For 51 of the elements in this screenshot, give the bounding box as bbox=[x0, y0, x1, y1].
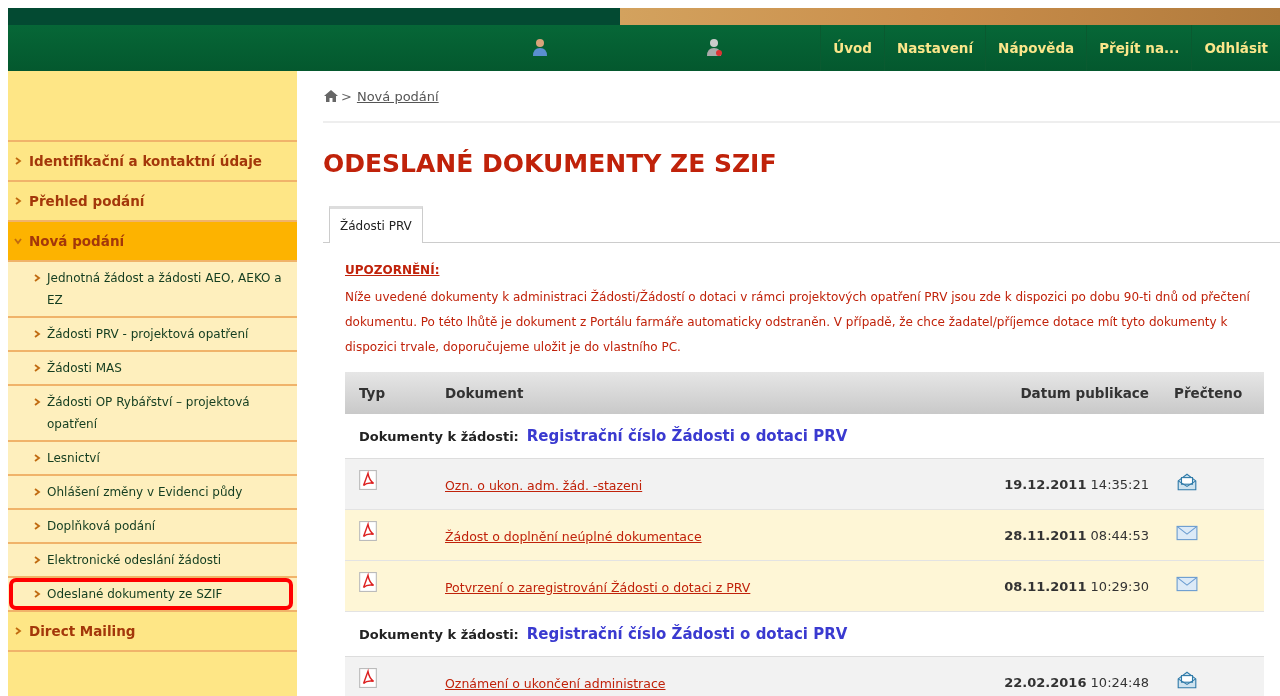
chevron-right-icon bbox=[14, 197, 22, 205]
registration-link[interactable]: Registrační číslo Žádosti o dotaci PRV bbox=[526, 427, 848, 445]
sidebar-item[interactable]: Direct Mailing bbox=[8, 612, 297, 652]
chevron-right-icon bbox=[33, 590, 41, 598]
warning-heading: UPOZORNĚNÍ: bbox=[345, 263, 441, 277]
pdf-icon[interactable] bbox=[359, 469, 377, 490]
column-header: Typ bbox=[358, 385, 387, 401]
chevron-right-icon bbox=[14, 157, 22, 165]
home-icon[interactable] bbox=[323, 89, 339, 103]
registration-link[interactable]: Registrační číslo Žádosti o dotaci PRV bbox=[526, 625, 848, 643]
chevron-down-icon bbox=[14, 237, 22, 245]
chevron-right-icon bbox=[33, 522, 41, 530]
warning-text: Níže uvedené dokumenty k administraci Žádosti/Žádostí o dotaci v rámci projektových opatření PRV jsou zde k dispozici po dobu 90-ti dnů od přečtení dokumentu. Po této lhůtě je dokument z Portálu farmáře automaticky odstraněn. V případě, že chce žadatel/příjemce dotace mít tyto dokumenty k dispozici trvale, doporučujeme uložit je do vlastního PC. bbox=[345, 288, 1251, 356]
document-link[interactable]: Žádost o doplnění neúplné dokumentace bbox=[445, 528, 702, 544]
chevron-right-icon bbox=[33, 364, 41, 372]
group-label: Dokumenty k žádosti: bbox=[359, 626, 519, 642]
tab[interactable]: Žádosti PRV bbox=[329, 206, 423, 243]
user-icon[interactable] bbox=[530, 37, 550, 57]
chevron-right-icon bbox=[14, 627, 22, 635]
document-link[interactable]: Potvrzení o zaregistrování Žádosti o dotaci z PRV bbox=[445, 579, 751, 595]
group-label: Dokumenty k žádosti: bbox=[359, 428, 519, 444]
chevron-right-icon bbox=[33, 398, 41, 406]
column-header: Přečteno bbox=[1173, 385, 1244, 401]
publication-date: 22.02.2016 10:24:48 bbox=[1003, 674, 1149, 690]
pdf-icon[interactable] bbox=[359, 571, 377, 592]
document-link[interactable]: Oznámení o ukončení administrace bbox=[445, 675, 666, 691]
sidebar-subitem[interactable]: Odeslané dokumenty ze SZIF bbox=[9, 578, 293, 610]
user-icon[interactable] bbox=[704, 37, 724, 57]
chevron-right-icon bbox=[33, 330, 41, 338]
publication-date: 28.11.2011 08:44:53 bbox=[1003, 527, 1149, 543]
chevron-right-icon bbox=[33, 454, 41, 462]
sidebar-item[interactable]: Identifikační a kontaktní údaje bbox=[8, 142, 297, 182]
nav-link[interactable]: Nastavení bbox=[883, 25, 986, 71]
document-link[interactable]: Ozn. o ukon. adm. žád. -stazeni bbox=[445, 477, 643, 493]
breadcrumb-separator: > bbox=[341, 88, 352, 104]
pdf-icon[interactable] bbox=[359, 667, 377, 688]
page-title: ODESLANÉ DOKUMENTY ZE SZIF bbox=[323, 149, 778, 178]
chevron-right-icon bbox=[33, 274, 41, 282]
publication-date: 08.11.2011 10:29:30 bbox=[1003, 578, 1149, 594]
chevron-right-icon bbox=[33, 556, 41, 564]
column-header: Datum publikace bbox=[1019, 385, 1149, 401]
nav-link[interactable]: Přejít na... bbox=[1086, 25, 1192, 71]
breadcrumb-link[interactable]: Nová podání bbox=[356, 88, 439, 104]
nav-link[interactable]: Nápověda bbox=[985, 25, 1087, 71]
sidebar-item[interactable]: Nová podání bbox=[8, 222, 297, 262]
nav-link[interactable]: Úvod bbox=[820, 25, 884, 71]
pdf-icon[interactable] bbox=[359, 520, 377, 541]
column-header: Dokument bbox=[445, 385, 525, 401]
nav-link[interactable]: Odhlásit bbox=[1191, 25, 1280, 71]
chevron-right-icon bbox=[33, 488, 41, 496]
publication-date: 19.12.2011 14:35:21 bbox=[1003, 476, 1149, 492]
